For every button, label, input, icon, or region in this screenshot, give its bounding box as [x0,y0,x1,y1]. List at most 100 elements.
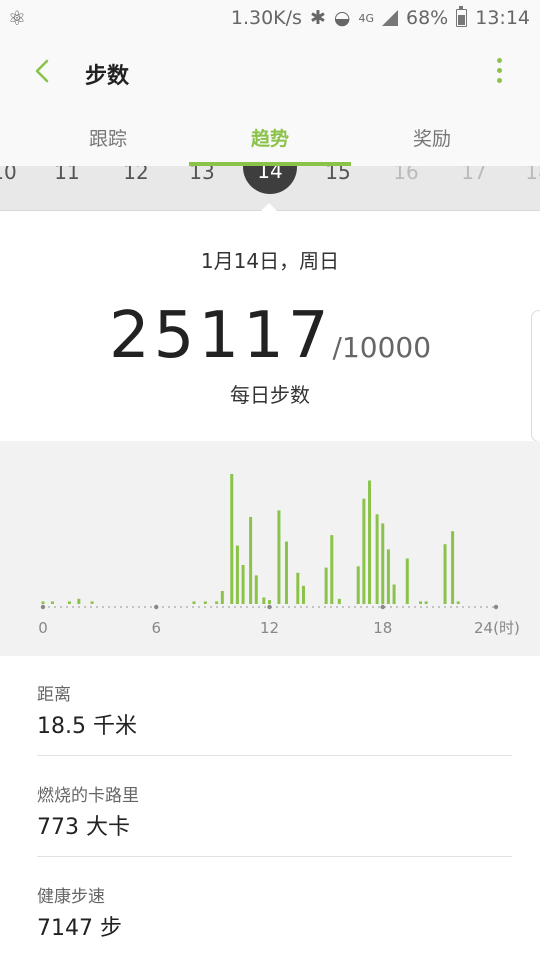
step-count: 25117 [108,299,333,373]
divider [37,856,512,857]
details-list: 距离 18.5 千米 燃烧的卡路里 773 大卡 健康步速 7147 步 [0,656,540,960]
date-label: 1月14日，周日 [200,249,340,273]
edge-panel-handle[interactable] [531,310,540,442]
battery-icon [456,6,468,27]
baseline-dot [348,606,350,608]
network-type: 4G [358,11,374,25]
baseline-dot [78,606,80,608]
hour-bar [203,601,207,604]
hour-bar [241,565,245,604]
hour-bar [337,598,341,604]
hour-bar [215,601,219,604]
baseline-dot [192,606,194,608]
more-options-icon[interactable] [494,58,504,88]
baseline-dot [198,606,200,608]
hour-bar [451,531,455,604]
baseline-dot [456,606,458,608]
hour-bar [386,549,390,604]
hour-bar [284,541,288,604]
signal-icon [382,10,398,26]
hour-bar [424,601,428,604]
baseline-dot [114,606,116,608]
baseline-dot [264,606,266,608]
hour-bar [268,600,271,604]
tab-bar: 跟踪 趋势 奖励 [0,110,540,166]
date-item[interactable]: 15 [318,166,358,184]
date-item: 16 [393,166,419,184]
chart-svg: 0 6 12 18 24(时) [38,474,520,637]
baseline-dot [462,606,464,608]
hour-bar [356,566,360,604]
hour-bar [41,601,45,604]
date-item[interactable]: 10 [0,166,24,184]
baseline-dot [204,606,206,608]
hour-bar [392,584,396,604]
hour-bar [262,597,266,604]
tab-tracking[interactable]: 跟踪 [27,110,189,166]
baseline-dot [234,606,236,608]
baseline-dot [126,606,128,608]
tick-marker [267,604,272,610]
back-arrow-icon[interactable] [30,58,56,84]
baseline-dot [120,606,122,608]
baseline-dot [282,606,284,608]
baseline-dot [258,606,260,608]
hour-bar [330,535,334,604]
x-tick-label: 12 [260,619,279,637]
x-tick-label: 18 [373,619,392,637]
hour-bar [249,516,253,604]
baseline-dot [372,606,374,608]
baseline-dot [354,606,356,608]
baseline-dot [66,606,68,608]
wifi-icon: ◒ [333,7,351,29]
hour-bar [277,510,281,604]
baseline-dot [360,606,362,608]
detail-distance: 距离 18.5 千米 [0,656,540,756]
baseline-dot [210,606,212,608]
baseline-dot [486,606,488,608]
tick-marker [380,604,385,610]
baseline-dot [300,606,302,608]
x-tick-label: 0 [38,619,48,637]
baseline-dot [252,606,254,608]
hour-bar [235,545,239,604]
hour-bar [77,598,81,604]
date-item[interactable]: 11 [47,166,87,184]
hour-bar [220,591,224,604]
baseline-dot [138,606,140,608]
baseline-dot [420,606,422,608]
baseline-dot [168,606,170,608]
network-speed: 1.30K/s [230,7,302,29]
baseline-dot [186,606,188,608]
battery-percent: 68% [406,7,449,29]
app-notification-icon: ⚛ [8,6,26,30]
x-tick-label: 6 [151,619,161,637]
hour-bar [90,601,94,604]
detail-value: 18.5 千米 [37,714,137,739]
baseline-dot [54,606,56,608]
baseline-dot [312,606,314,608]
tab-trends[interactable]: 趋势 [189,110,351,166]
baseline-dot [174,606,176,608]
selected-date[interactable]: 14 [243,166,297,194]
baseline-dot [330,606,332,608]
baseline-dot [342,606,344,608]
tab-rewards[interactable]: 奖励 [351,110,513,166]
hour-bar [443,544,447,604]
baseline-dot [366,606,368,608]
bluetooth-icon: ✱ [309,7,326,29]
tick-marker [154,604,159,610]
baseline-dot [222,606,224,608]
baseline-dot [246,606,248,608]
date-item[interactable]: 13 [182,166,222,184]
detail-healthy-pace: 健康步速 7147 步 [0,858,540,958]
date-item: 17 [461,166,487,184]
baseline-dot [306,606,308,608]
baseline-dot [72,606,74,608]
baseline-dot [228,606,230,608]
baseline-dot [276,606,278,608]
date-item[interactable]: 12 [116,166,156,184]
date-item: 18 [525,166,540,184]
baseline-dot [318,606,320,608]
baseline-dot [240,606,242,608]
